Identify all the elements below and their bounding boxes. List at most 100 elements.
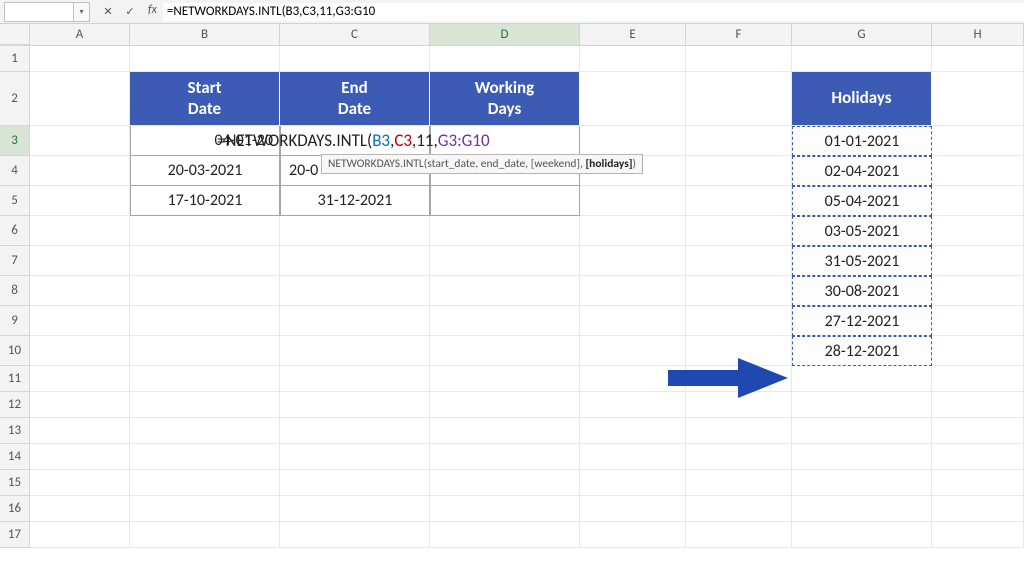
cell-c15[interactable] — [280, 470, 430, 496]
cell-c16[interactable] — [280, 496, 430, 522]
header-end-date[interactable]: End Date — [280, 72, 430, 126]
cell-f4[interactable] — [686, 156, 792, 186]
cell-h5[interactable] — [932, 186, 1024, 216]
cell-a16[interactable] — [30, 496, 130, 522]
cell-e7[interactable] — [580, 246, 686, 276]
cell-a5[interactable] — [30, 186, 130, 216]
cell-a11[interactable] — [30, 366, 130, 392]
cell-h6[interactable] — [932, 216, 1024, 246]
row-header-2[interactable]: 2 — [0, 72, 30, 126]
row-header-7[interactable]: 7 — [0, 246, 30, 276]
cell-h4[interactable] — [932, 156, 1024, 186]
cell-f15[interactable] — [686, 470, 792, 496]
cell-b6[interactable] — [130, 216, 280, 246]
cell-h2[interactable] — [932, 72, 1024, 126]
cell-a9[interactable] — [30, 306, 130, 336]
cell-g6[interactable]: 03-05-2021 — [792, 216, 932, 246]
cell-e3[interactable] — [580, 126, 686, 156]
cell-h16[interactable] — [932, 496, 1024, 522]
cell-d10[interactable] — [430, 336, 580, 366]
cell-c5[interactable]: 31-12-2021 — [280, 186, 430, 216]
row-header-3[interactable]: 3 — [0, 126, 30, 156]
header-working-days[interactable]: Working Days — [430, 72, 580, 126]
cell-a10[interactable] — [30, 336, 130, 366]
cell-g3[interactable]: 01-01-2021 — [792, 126, 932, 156]
row-header-6[interactable]: 6 — [0, 216, 30, 246]
cell-b10[interactable] — [130, 336, 280, 366]
cell-f1[interactable] — [686, 46, 792, 72]
cell-c12[interactable] — [280, 392, 430, 418]
row-header-4[interactable]: 4 — [0, 156, 30, 186]
cell-c10[interactable] — [280, 336, 430, 366]
cell-d8[interactable] — [430, 276, 580, 306]
cell-c9[interactable] — [280, 306, 430, 336]
col-header-d[interactable]: D — [430, 24, 580, 45]
name-box-dropdown-icon[interactable]: ▾ — [74, 2, 90, 22]
col-header-e[interactable]: E — [580, 24, 686, 45]
cell-b13[interactable] — [130, 418, 280, 444]
col-header-b[interactable]: B — [130, 24, 280, 45]
cell-g11[interactable] — [792, 366, 932, 392]
cell-a1[interactable] — [30, 46, 130, 72]
cell-g7[interactable]: 31-05-2021 — [792, 246, 932, 276]
cell-b9[interactable] — [130, 306, 280, 336]
cell-d9[interactable] — [430, 306, 580, 336]
cell-g14[interactable] — [792, 444, 932, 470]
cell-f2[interactable] — [686, 72, 792, 126]
cell-g12[interactable] — [792, 392, 932, 418]
col-header-f[interactable]: F — [686, 24, 792, 45]
cell-d17[interactable] — [430, 522, 580, 548]
cell-b11[interactable] — [130, 366, 280, 392]
formula-accept-button[interactable]: ✓ — [120, 3, 140, 21]
header-start-date[interactable]: Start Date — [130, 72, 280, 126]
cell-a3[interactable] — [30, 126, 130, 156]
name-box[interactable] — [4, 2, 74, 22]
cell-f5[interactable] — [686, 186, 792, 216]
col-header-a[interactable]: A — [30, 24, 130, 45]
cell-f14[interactable] — [686, 444, 792, 470]
cell-b15[interactable] — [130, 470, 280, 496]
cell-f13[interactable] — [686, 418, 792, 444]
cell-d14[interactable] — [430, 444, 580, 470]
cell-a17[interactable] — [30, 522, 130, 548]
cell-h8[interactable] — [932, 276, 1024, 306]
cell-f6[interactable] — [686, 216, 792, 246]
formula-cancel-button[interactable]: ✕ — [98, 3, 118, 21]
cell-c7[interactable] — [280, 246, 430, 276]
cell-h12[interactable] — [932, 392, 1024, 418]
cell-g9[interactable]: 27-12-2021 — [792, 306, 932, 336]
cell-b12[interactable] — [130, 392, 280, 418]
row-header-5[interactable]: 5 — [0, 186, 30, 216]
col-header-h[interactable]: H — [932, 24, 1024, 45]
row-header-1[interactable]: 1 — [0, 46, 30, 72]
cell-d15[interactable] — [430, 470, 580, 496]
row-header-14[interactable]: 14 — [0, 444, 30, 470]
cell-g4[interactable]: 02-04-2021 — [792, 156, 932, 186]
row-header-8[interactable]: 8 — [0, 276, 30, 306]
cell-e16[interactable] — [580, 496, 686, 522]
col-header-g[interactable]: G — [792, 24, 932, 45]
cell-h15[interactable] — [932, 470, 1024, 496]
cell-e8[interactable] — [580, 276, 686, 306]
cell-g17[interactable] — [792, 522, 932, 548]
row-header-15[interactable]: 15 — [0, 470, 30, 496]
cell-g8[interactable]: 30-08-2021 — [792, 276, 932, 306]
cell-e2[interactable] — [580, 72, 686, 126]
cell-b4[interactable]: 20-03-2021 — [130, 156, 280, 186]
formula-input[interactable]: =NETWORKDAYS.INTL(B3,C3,11,G3:G10 — [163, 3, 1024, 21]
cell-d6[interactable] — [430, 216, 580, 246]
cell-b14[interactable] — [130, 444, 280, 470]
cell-d11[interactable] — [430, 366, 580, 392]
row-header-13[interactable]: 13 — [0, 418, 30, 444]
cell-d7[interactable] — [430, 246, 580, 276]
row-header-16[interactable]: 16 — [0, 496, 30, 522]
cell-h13[interactable] — [932, 418, 1024, 444]
select-all-corner[interactable] — [0, 24, 30, 45]
row-header-17[interactable]: 17 — [0, 522, 30, 548]
cell-a4[interactable] — [30, 156, 130, 186]
cell-e13[interactable] — [580, 418, 686, 444]
cell-d16[interactable] — [430, 496, 580, 522]
cell-f17[interactable] — [686, 522, 792, 548]
cell-h11[interactable] — [932, 366, 1024, 392]
cell-e15[interactable] — [580, 470, 686, 496]
